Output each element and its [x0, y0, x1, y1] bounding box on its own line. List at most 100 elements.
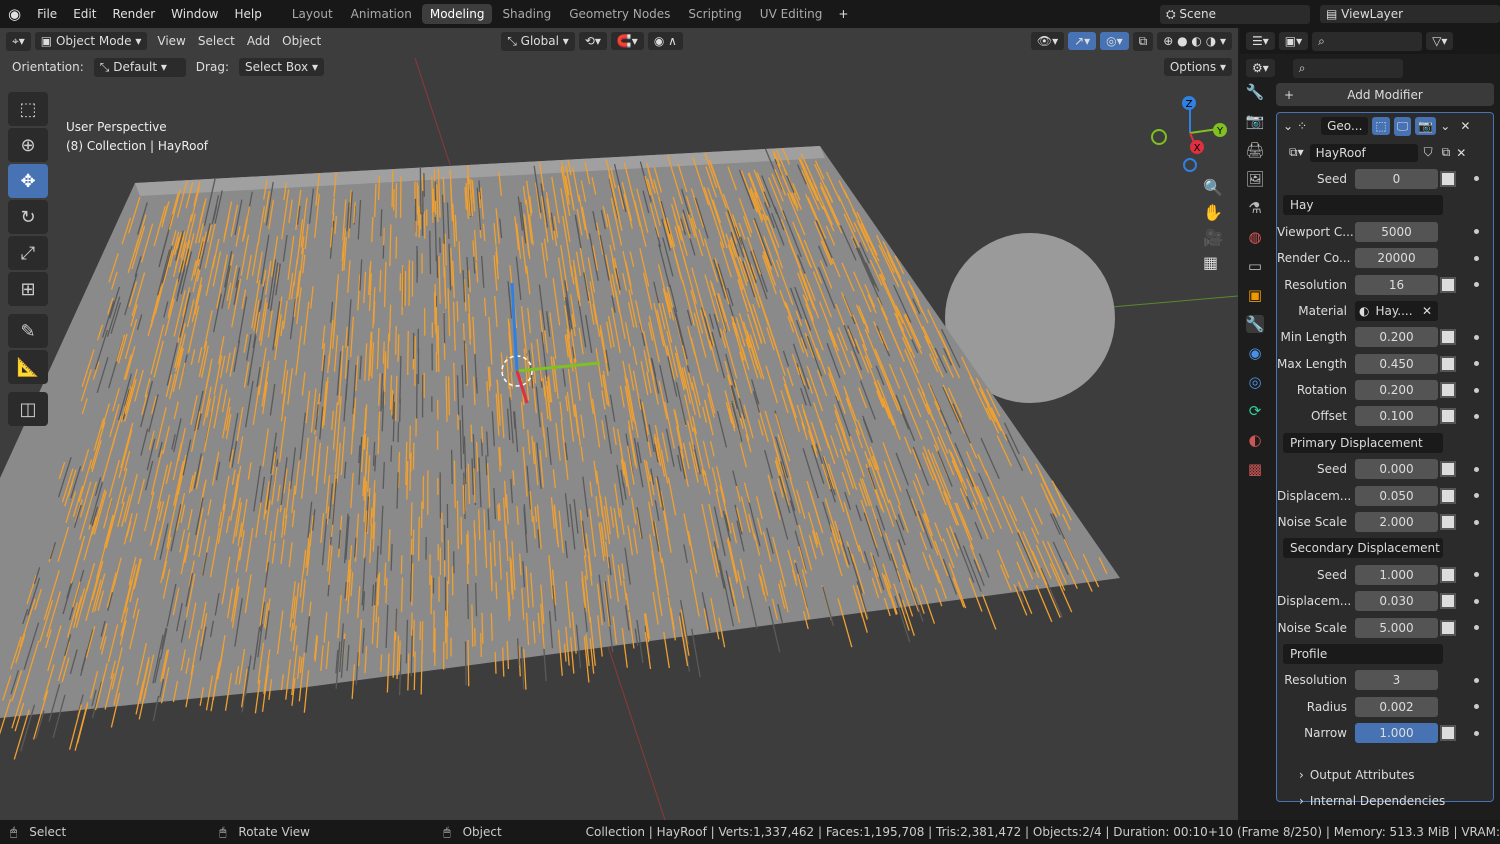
blender-logo-icon[interactable]: ◉	[0, 5, 29, 23]
remove-modifier-icon[interactable]: ✕	[1460, 119, 1470, 133]
attribute-toggle-icon[interactable]	[1440, 566, 1456, 583]
mode-selector[interactable]: ▣ Object Mode ▾	[34, 32, 148, 50]
tab-modeling[interactable]: Modeling	[421, 4, 493, 24]
value-field[interactable]: 0.200	[1355, 327, 1438, 348]
render-toggle-icon[interactable]: 📷	[1415, 117, 1437, 136]
attribute-toggle-icon[interactable]	[1440, 514, 1456, 531]
view-layer-selector[interactable]: ▤ ViewLayer	[1320, 5, 1500, 23]
viewport-menu-view[interactable]: View	[151, 32, 191, 50]
add-modifier-button[interactable]: + Add Modifier	[1276, 83, 1494, 106]
attribute-toggle-icon[interactable]	[1440, 461, 1456, 478]
attribute-toggle-icon[interactable]	[1440, 487, 1456, 504]
attribute-toggle-icon[interactable]	[1440, 593, 1456, 610]
material-field[interactable]: ◐ Hay.... ✕	[1355, 300, 1438, 321]
value-field[interactable]: 16	[1355, 274, 1438, 295]
keyframe-dot-icon[interactable]	[1474, 282, 1479, 288]
keyframe-dot-icon[interactable]	[1474, 334, 1479, 340]
tab-scripting[interactable]: Scripting	[680, 4, 749, 24]
properties-search-input[interactable]: ⌕	[1292, 58, 1403, 78]
scene-selector[interactable]: ⛭ Scene	[1160, 4, 1310, 24]
fake-user-shield-icon[interactable]: ⛉	[1417, 143, 1439, 163]
output-tab-icon[interactable]: 🖨	[1245, 141, 1264, 159]
annotate-tool-icon[interactable]: ✎	[8, 314, 48, 348]
viewport-toggle-icon[interactable]: 🖵	[1393, 116, 1412, 136]
menu-file[interactable]: File	[29, 7, 65, 21]
constraints-tab-icon[interactable]: ⟳	[1249, 402, 1262, 420]
duplicate-icon[interactable]: ⧉	[1438, 143, 1454, 163]
value-field[interactable]: 20000	[1355, 248, 1438, 269]
scene-tab-icon[interactable]: ⚗	[1248, 199, 1261, 217]
attribute-toggle-icon[interactable]	[1440, 276, 1456, 293]
section-header-secondary-displacement[interactable]: Secondary Displacement	[1283, 538, 1443, 559]
menu-help[interactable]: Help	[227, 7, 270, 21]
tool-tab-icon[interactable]: 🔧	[1246, 83, 1265, 101]
visibility-icon[interactable]: 👁▾	[1030, 32, 1065, 50]
section-header-profile[interactable]: Profile	[1283, 644, 1443, 664]
value-field[interactable]: 3	[1355, 670, 1438, 691]
camera-view-icon[interactable]: 🎥	[1203, 228, 1223, 247]
overlay-toggle-icon[interactable]: ◎▾	[1100, 32, 1129, 50]
node-group-browse-icon[interactable]: ⧉▾	[1283, 143, 1310, 163]
data-tab-icon[interactable]: ◐	[1248, 431, 1261, 449]
edit-mode-toggle-icon[interactable]: ⬚	[1372, 117, 1390, 136]
value-field[interactable]: 5.000	[1355, 617, 1438, 638]
world-tab-icon[interactable]: ◍	[1248, 228, 1261, 246]
attribute-toggle-icon[interactable]	[1440, 329, 1456, 346]
keyframe-dot-icon[interactable]	[1474, 598, 1479, 604]
value-field[interactable]: 0.050	[1355, 485, 1438, 506]
value-field[interactable]: 0.030	[1355, 591, 1438, 612]
keyframe-dot-icon[interactable]	[1474, 704, 1479, 710]
value-field[interactable]: 5000	[1355, 221, 1438, 242]
tab-layout[interactable]: Layout	[284, 4, 341, 24]
texture-tab-icon[interactable]: ▩	[1248, 460, 1262, 478]
measure-tool-icon[interactable]: 📐	[8, 350, 48, 384]
menu-render[interactable]: Render	[104, 7, 163, 21]
display-mode-icon[interactable]: ☰▾	[1246, 32, 1275, 50]
value-field[interactable]: 2.000	[1355, 512, 1438, 533]
editor-type-button[interactable]: ⌖▾	[6, 31, 31, 51]
subpanel-internal-dependencies[interactable]: › Internal Dependencies	[1277, 788, 1493, 814]
value-field[interactable]: 0	[1355, 168, 1438, 189]
keyframe-dot-icon[interactable]	[1474, 730, 1479, 736]
attribute-toggle-icon[interactable]	[1440, 725, 1456, 742]
tab-uv-editing[interactable]: UV Editing	[752, 4, 831, 24]
collection-tab-icon[interactable]: ▭	[1248, 257, 1262, 275]
menu-edit[interactable]: Edit	[65, 7, 104, 21]
pan-hand-icon[interactable]: ✋	[1203, 203, 1223, 222]
editor-type-icon[interactable]: ⚙▾	[1246, 59, 1275, 77]
select-box-tool-icon[interactable]: ⬚	[8, 92, 48, 126]
attribute-toggle-icon[interactable]	[1440, 382, 1456, 399]
keyframe-dot-icon[interactable]	[1474, 255, 1479, 261]
3d-viewport[interactable]: ⌖▾ ▣ Object Mode ▾ View Select Add Object ⤡…	[0, 28, 1238, 820]
node-group-field[interactable]: HayRoof	[1309, 143, 1418, 162]
attribute-toggle-icon[interactable]	[1440, 619, 1456, 636]
cursor-tool-icon[interactable]: ⊕	[8, 128, 48, 162]
viewport-menu-select[interactable]: Select	[192, 32, 241, 50]
keyframe-dot-icon[interactable]	[1474, 466, 1479, 472]
ortho-grid-icon[interactable]: ▦	[1203, 253, 1223, 272]
value-field[interactable]: 0.002	[1355, 696, 1438, 717]
view-layer-tab-icon[interactable]: 🖼	[1245, 170, 1264, 188]
transform-tool-icon[interactable]: ⊞	[8, 272, 48, 306]
transform-orientation[interactable]: ⤡ Global ▾	[501, 31, 575, 51]
dropdown-chevron-icon[interactable]: ⌄	[1440, 119, 1450, 133]
add-workspace-icon[interactable]: +	[830, 7, 856, 21]
section-header-primary-displacement[interactable]: Primary Displacement	[1283, 432, 1443, 453]
gizmo-toggle-icon[interactable]: ↗▾	[1068, 32, 1097, 50]
move-tool-icon[interactable]: ✥	[8, 164, 48, 198]
navigation-gizmo[interactable]: Z Y X	[1148, 93, 1228, 173]
options-dropdown[interactable]: Options ▾	[1163, 58, 1232, 76]
subpanel-output-attributes[interactable]: › Output Attributes	[1277, 762, 1493, 788]
shading-modes[interactable]: ⊕ ● ◐ ◑ ▾	[1157, 32, 1232, 50]
keyframe-dot-icon[interactable]	[1474, 387, 1479, 393]
value-field[interactable]: 0.000	[1355, 459, 1438, 480]
modifier-tab-icon[interactable]: 🔧	[1245, 315, 1265, 333]
physics-tab-icon[interactable]: ◎	[1248, 373, 1261, 391]
value-field[interactable]: 0.450	[1355, 353, 1438, 374]
section-header-hay[interactable]: Hay	[1283, 195, 1443, 216]
tab-shading[interactable]: Shading	[494, 4, 559, 24]
rotate-tool-icon[interactable]: ↻	[8, 200, 48, 234]
keyframe-dot-icon[interactable]	[1474, 625, 1479, 631]
unlink-icon[interactable]: ✕	[1453, 143, 1470, 162]
xray-icon[interactable]: ⧉	[1132, 31, 1154, 51]
